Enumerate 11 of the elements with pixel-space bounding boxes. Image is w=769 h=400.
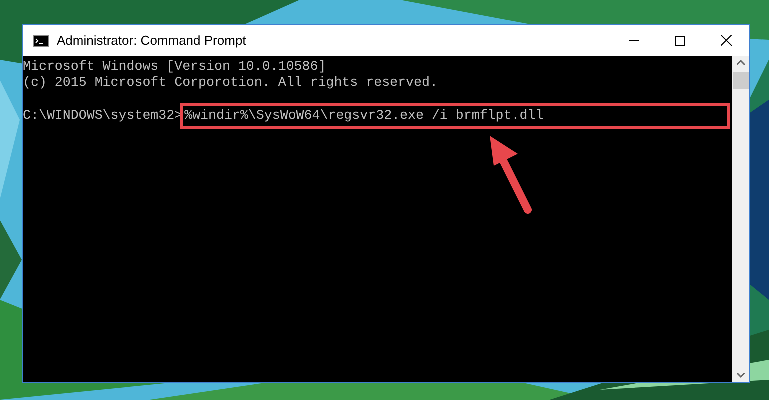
console-line: Microsoft Windows [Version 10.0.10586]: [23, 59, 328, 75]
close-icon: [720, 35, 732, 46]
console-icon: [33, 34, 49, 46]
maximize-icon: [675, 36, 685, 46]
console-line: (c) 2015 Microsoft Corporotion. All rights reserved.: [23, 75, 439, 91]
minimize-icon: [629, 40, 639, 41]
scroll-thumb[interactable]: [733, 72, 749, 89]
scroll-up-icon[interactable]: [736, 60, 744, 65]
command-text: %windir%\SysWoW64\regsvr32.exe /i brmflpt.dll: [180, 103, 730, 129]
window-title: Administrator: Command Prompt: [57, 32, 246, 50]
scroll-down-icon[interactable]: [736, 373, 744, 378]
